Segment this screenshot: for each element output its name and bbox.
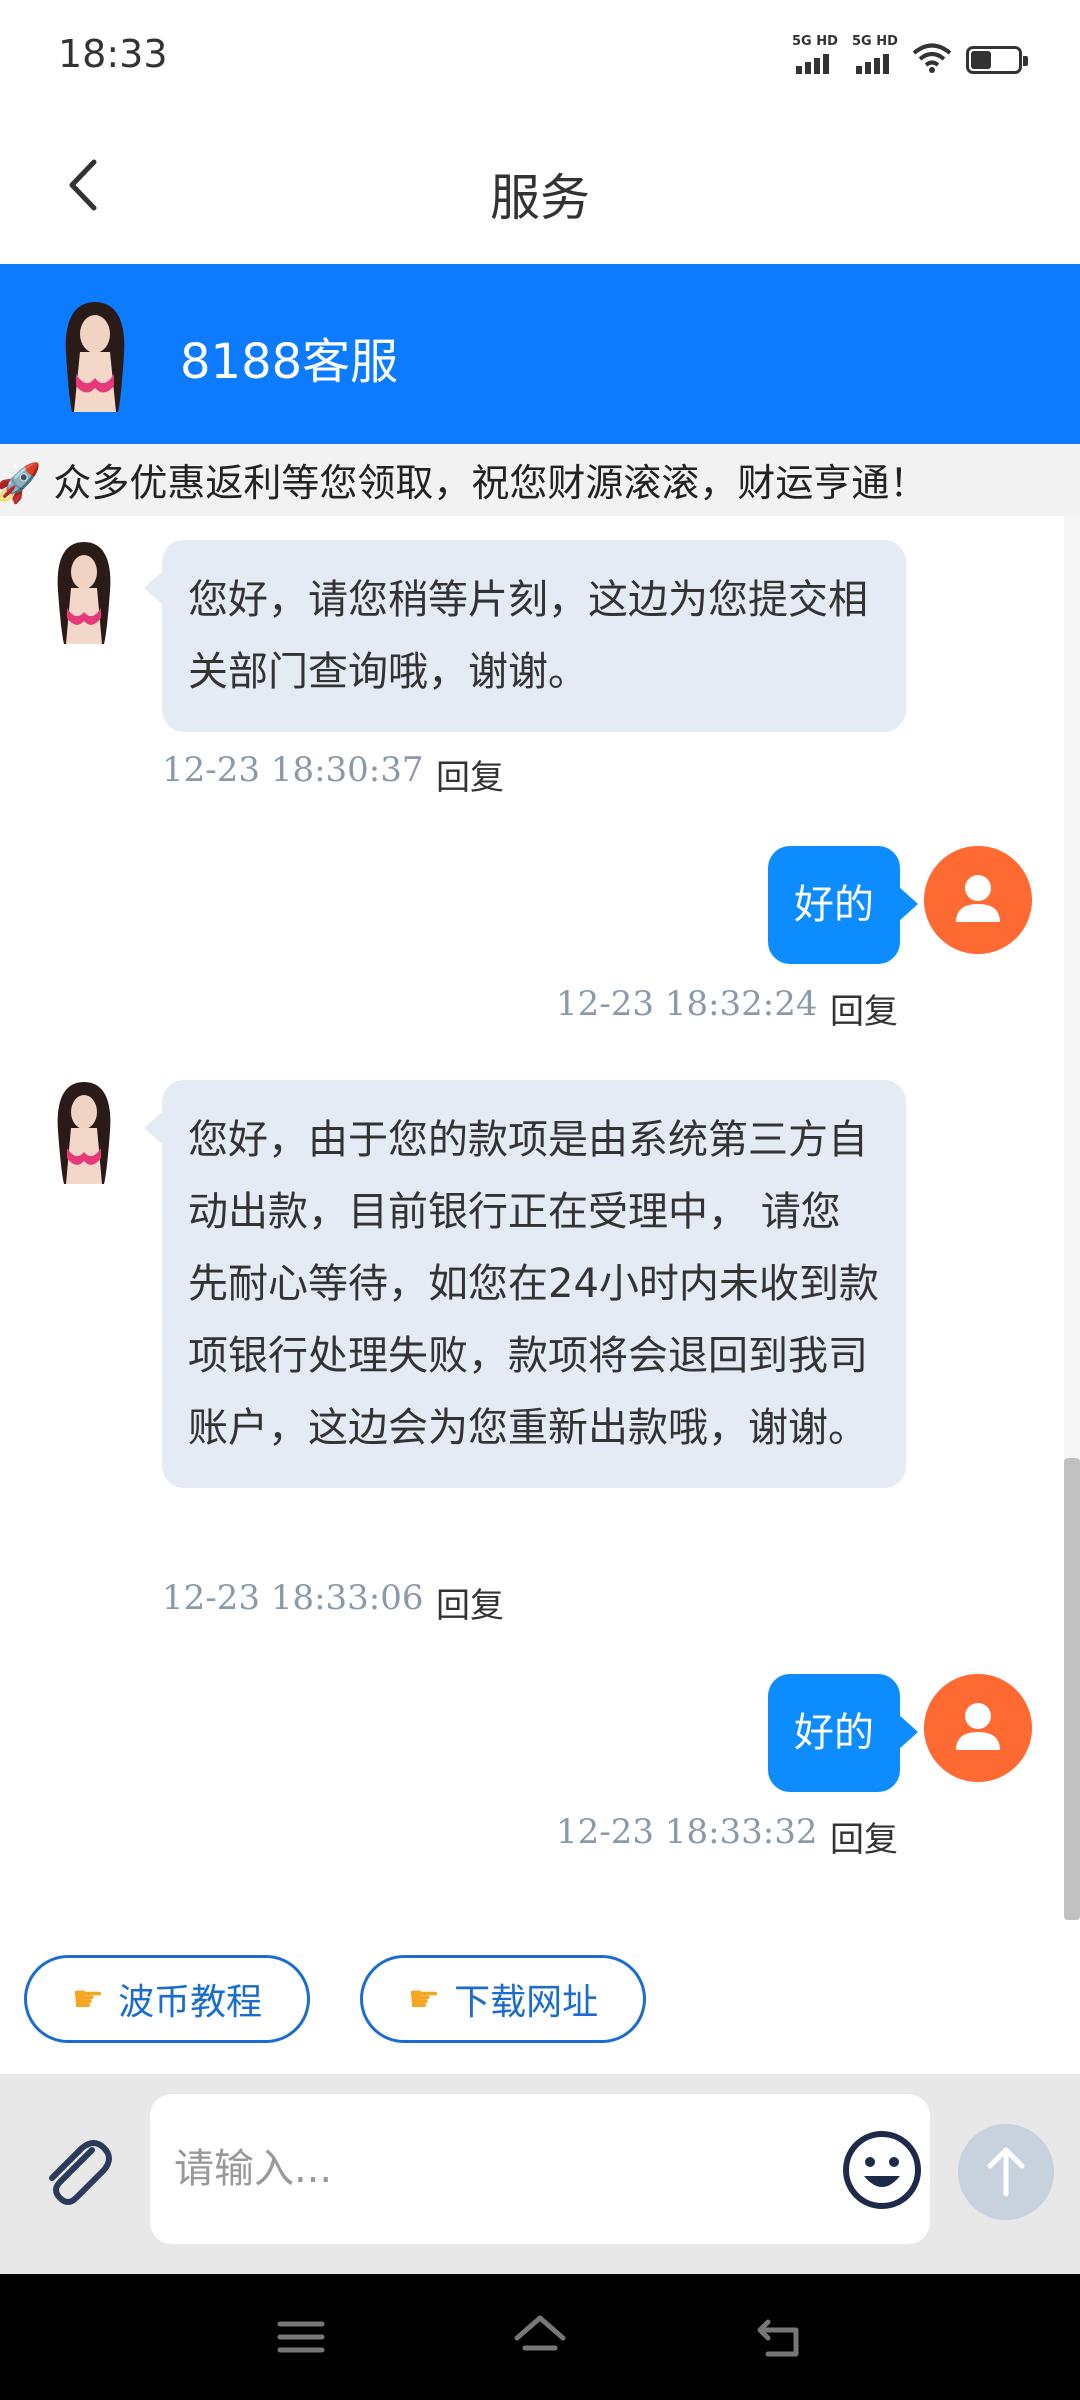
pointing-hand-icon: ☛ [407, 1978, 441, 2020]
status-bar: 18:33 5G HD 5G HD [0, 0, 1080, 110]
message-input[interactable] [150, 2094, 930, 2244]
quick-action-label: 下载网址 [454, 1982, 599, 2023]
wifi-icon [912, 43, 952, 73]
reply-button[interactable]: 回复 [436, 750, 504, 799]
agent-avatar [65, 302, 125, 412]
home-icon[interactable] [507, 2304, 573, 2370]
quick-actions-bar: ☛ 波币教程 ☛ 下载网址 [0, 1920, 1080, 2074]
message-timestamp: 12-23 18:33:06 [162, 1578, 424, 1618]
notice-marquee: 🚀 众多优惠返利等您领取，祝您财源滚滚，财运亨通！ [0, 444, 1080, 516]
user-avatar-icon [924, 846, 1032, 954]
menu-icon[interactable] [268, 2304, 334, 2370]
service-name: 8188客服 [180, 334, 399, 390]
quick-action-tutorial-button[interactable]: ☛ 波币教程 [24, 1955, 310, 2043]
sim2-label: 5G HD [852, 34, 898, 49]
agent-avatar [57, 542, 111, 644]
agent-message-bubble: 您好，请您稍等片刻，这边为您提交相关部门查询哦，谢谢。 [144, 540, 906, 732]
message-timestamp: 12-23 18:32:24 [556, 984, 818, 1024]
signal-icon: 5G HD [852, 34, 898, 74]
quick-action-download-button[interactable]: ☛ 下载网址 [360, 1955, 646, 2043]
agent-avatar [57, 1082, 111, 1184]
quick-action-label: 波币教程 [118, 1982, 263, 2023]
user-message-bubble: 好的 [768, 1674, 918, 1792]
page-title: 服务 [490, 169, 590, 227]
pointing-hand-icon: ☛ [71, 1978, 105, 2020]
signal-icon: 5G HD [792, 34, 838, 74]
scrollbar[interactable] [1064, 1458, 1080, 1920]
battery-icon [966, 46, 1028, 74]
paperclip-icon[interactable] [34, 2130, 118, 2214]
agent-message-bubble: 您好，由于您的款项是由系统第三方自动出款，目前银行正在受理中， 请您先耐心等待，… [144, 1080, 906, 1488]
service-header: 8188客服 [0, 264, 1080, 444]
message-timestamp: 12-23 18:30:37 [162, 750, 424, 790]
user-message-bubble: 好的 [768, 846, 918, 964]
user-avatar-icon [924, 1674, 1032, 1782]
system-navigation-bar [0, 2274, 1080, 2400]
reply-button[interactable]: 回复 [436, 1578, 504, 1627]
send-button[interactable] [958, 2124, 1054, 2220]
sim1-label: 5G HD [792, 34, 838, 49]
status-time: 18:33 [58, 32, 168, 76]
input-bar [0, 2074, 1080, 2274]
nav-bar: 服务 [0, 110, 1080, 264]
message-timestamp: 12-23 18:33:32 [556, 1812, 818, 1852]
reply-button[interactable]: 回复 [830, 1812, 898, 1861]
status-icons: 5G HD 5G HD [792, 34, 1028, 74]
smiley-icon[interactable] [840, 2128, 924, 2212]
reply-button[interactable]: 回复 [830, 984, 898, 1033]
back-nav-icon[interactable] [746, 2304, 812, 2370]
notice-text: 🚀 众多优惠返利等您领取，祝您财源滚滚，财运亨通！ [0, 461, 928, 505]
